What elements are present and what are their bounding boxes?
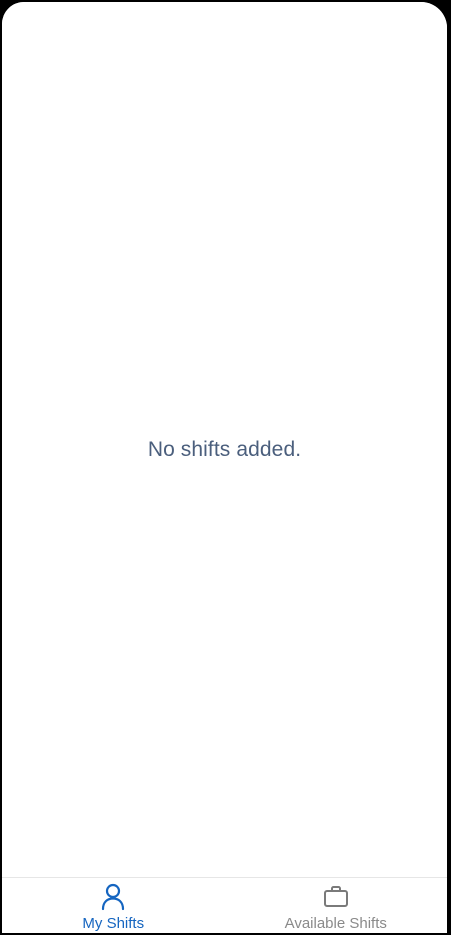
tab-available-shifts[interactable]: Available Shifts <box>225 878 448 933</box>
tab-my-shifts-label: My Shifts <box>82 915 145 932</box>
app-screen: No shifts added. My Shifts Available Shi… <box>2 2 447 933</box>
tab-available-shifts-label: Available Shifts <box>284 915 387 932</box>
person-icon <box>101 883 125 911</box>
shifts-content-area: No shifts added. <box>2 2 447 877</box>
briefcase-icon <box>323 883 349 911</box>
tab-my-shifts[interactable]: My Shifts <box>2 878 225 933</box>
bottom-tab-bar: My Shifts Available Shifts <box>2 877 447 933</box>
empty-state-message: No shifts added. <box>147 438 302 461</box>
